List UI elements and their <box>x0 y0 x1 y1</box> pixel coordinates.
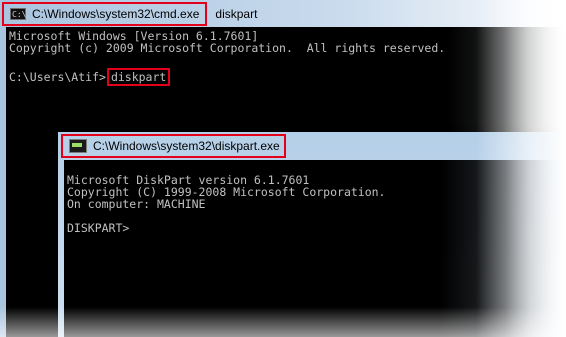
cmd-title-highlight: C:\ C:\Windows\system32\cmd.exe <box>2 2 208 26</box>
cmd-icon: C:\ <box>10 8 27 20</box>
diskpart-icon <box>69 139 87 153</box>
cmd-titlebar[interactable]: C:\ C:\Windows\system32\cmd.exe diskpart <box>0 0 566 28</box>
diskpart-console-line: On computer: MACHINE <box>67 197 206 211</box>
diskpart-title-highlight: C:\Windows\system32\diskpart.exe <box>61 134 286 158</box>
cmd-prompt: C:\Users\Atif> <box>9 70 106 84</box>
diskpart-console[interactable]: Microsoft DiskPart version 6.1.7601 Copy… <box>64 160 566 337</box>
diskpart-prompt: DISKPART> <box>67 221 130 235</box>
diskpart-window[interactable]: C:\Windows\system32\diskpart.exe Microso… <box>58 132 566 337</box>
cmd-window-title-suffix: diskpart <box>215 7 258 21</box>
screenshot-stage: C:\ C:\Windows\system32\cmd.exe diskpart… <box>0 0 566 337</box>
cmd-console-line: Copyright (c) 2009 Microsoft Corporation… <box>9 41 446 55</box>
cmd-window-title: C:\Windows\system32\cmd.exe <box>32 7 200 21</box>
cmd-prompt-line: C:\Users\Atif> diskpart <box>9 68 171 86</box>
cmd-command-highlight: diskpart <box>106 68 171 86</box>
diskpart-titlebar[interactable]: C:\Windows\system32\diskpart.exe <box>58 132 566 160</box>
diskpart-window-title: C:\Windows\system32\diskpart.exe <box>93 139 280 153</box>
